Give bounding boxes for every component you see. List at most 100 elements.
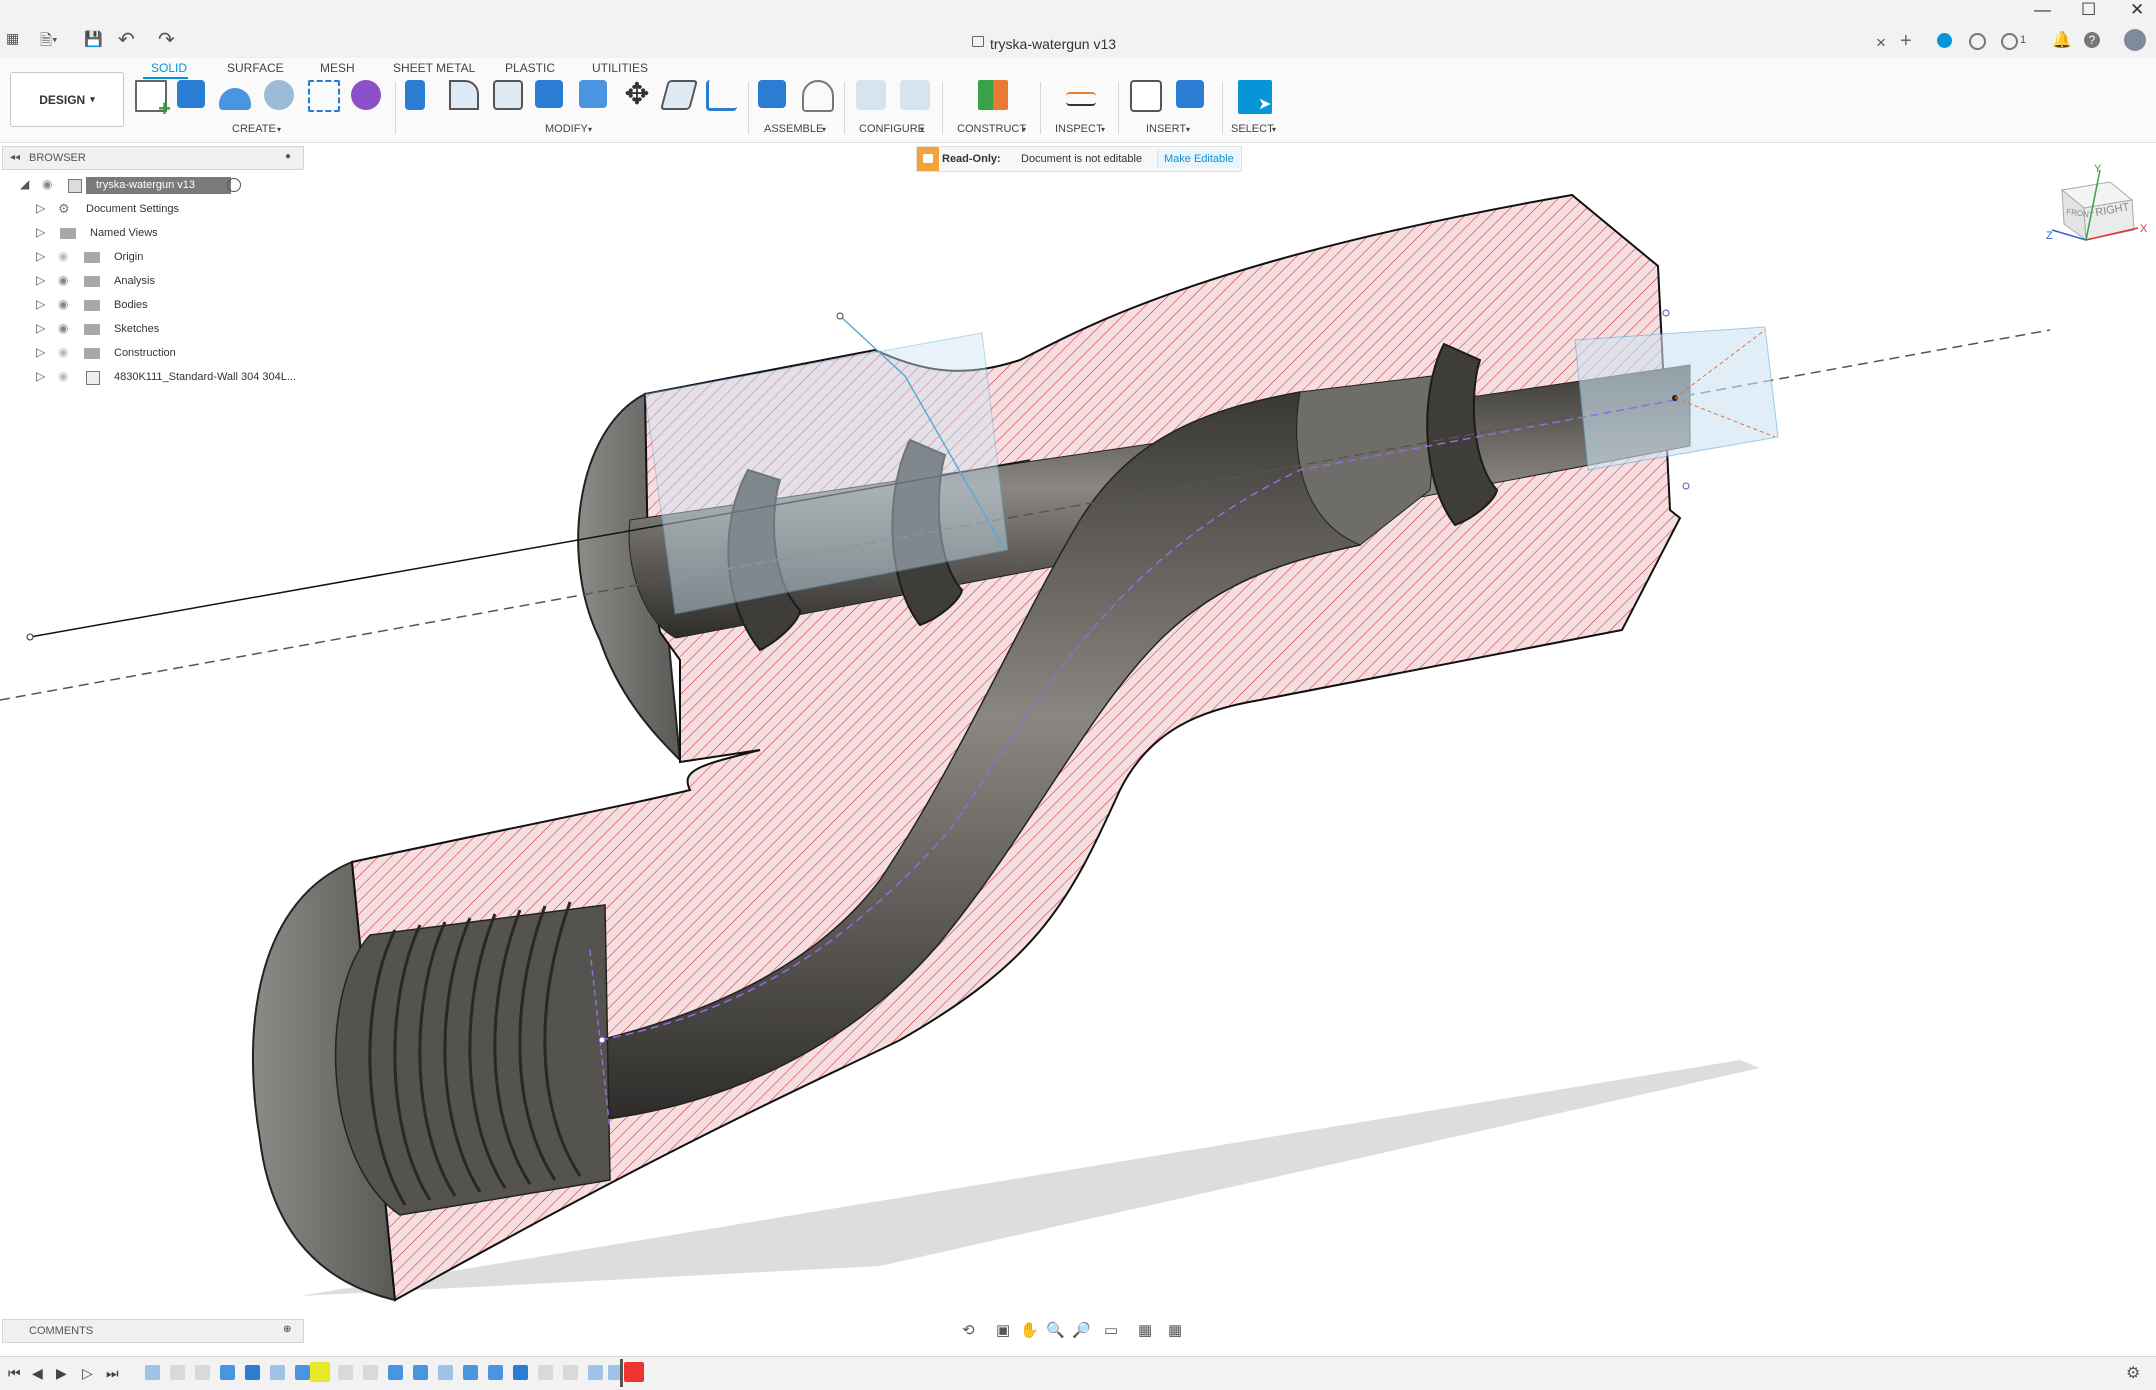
eye-icon[interactable]: ◉ (58, 321, 68, 335)
step-forward-button[interactable]: ▷ (82, 1365, 93, 1382)
fillet-icon[interactable] (449, 80, 479, 110)
create-menu[interactable]: CREATE (232, 123, 276, 135)
timeline-feature[interactable] (245, 1365, 260, 1380)
orbit-icon[interactable]: ⟲ (962, 1321, 975, 1339)
timeline-feature[interactable] (563, 1365, 578, 1380)
expand-arrow[interactable]: ▷ (36, 201, 50, 215)
browser-panel-header[interactable]: ◂◂ BROWSER ● (2, 146, 304, 170)
close-tab-button[interactable]: × (1876, 33, 1886, 53)
configure-table-icon[interactable] (900, 80, 930, 110)
zoom-window-icon[interactable]: 🔎 (1072, 1321, 1091, 1339)
offset-plane-icon[interactable] (978, 80, 1008, 110)
activate-radio[interactable] (227, 178, 241, 192)
timeline-feature[interactable] (145, 1365, 160, 1380)
expand-arrow[interactable]: ▷ (36, 249, 50, 263)
timeline-feature[interactable] (488, 1365, 503, 1380)
joint-icon[interactable] (802, 80, 834, 112)
timeline-feature[interactable] (220, 1365, 235, 1380)
maximize-button[interactable]: ☐ (2081, 0, 2096, 20)
eye-hidden-icon[interactable]: ◉ (58, 345, 68, 359)
undo-icon[interactable]: ↶ (118, 27, 135, 52)
pin-icon[interactable]: ● (285, 151, 291, 162)
viewports-icon[interactable]: ▦ (1168, 1321, 1182, 1339)
tab-surface[interactable]: SURFACE (227, 61, 284, 75)
expand-arrow[interactable]: ▷ (36, 297, 50, 311)
timeline-feature[interactable] (438, 1365, 453, 1380)
eye-icon[interactable]: ◉ (42, 177, 52, 191)
new-tab-button[interactable]: + (1900, 30, 1920, 52)
combine-icon[interactable] (579, 80, 607, 108)
cloud-status-icon[interactable] (1937, 33, 1952, 48)
hole-icon[interactable] (264, 80, 294, 110)
create-sketch-icon[interactable]: + (135, 80, 171, 120)
timeline-feature[interactable] (170, 1365, 185, 1380)
look-at-icon[interactable]: ▣ (996, 1321, 1010, 1339)
browser-item-bodies[interactable]: ▷ ◉ Bodies (0, 295, 300, 317)
select-menu[interactable]: SELECT (1231, 123, 1274, 135)
expand-arrow[interactable]: ▷ (36, 369, 50, 383)
expand-arrow[interactable]: ◢ (20, 177, 34, 191)
timeline-settings-icon[interactable]: ⚙ (2126, 1363, 2140, 1383)
tab-solid[interactable]: SOLID (151, 61, 187, 75)
eye-hidden-icon[interactable]: ◉ (58, 369, 68, 383)
canvas-viewport[interactable]: FRONT RIGHT X Z Y (0, 142, 2156, 1356)
add-comment-icon[interactable]: ⊕ (283, 1324, 291, 1335)
expand-arrow[interactable]: ▷ (36, 273, 50, 287)
collapse-icon[interactable]: ◂◂ (10, 152, 20, 163)
bell-icon[interactable]: 🔔 (2052, 30, 2072, 50)
expand-arrow[interactable]: ▷ (36, 225, 50, 239)
move-icon[interactable]: ✥ (620, 80, 654, 114)
play-button[interactable]: ▶ (56, 1365, 67, 1382)
assemble-menu[interactable]: ASSEMBLE (764, 123, 823, 135)
select-icon[interactable]: ➤ (1238, 80, 1272, 114)
redo-icon[interactable]: ↷ (158, 27, 175, 52)
press-pull-icon[interactable] (405, 80, 425, 110)
expand-arrow[interactable]: ▷ (36, 321, 50, 335)
eye-icon[interactable]: ◉ (58, 297, 68, 311)
eye-icon[interactable]: ◉ (58, 273, 68, 287)
zoom-icon[interactable]: 🔍 (1046, 1321, 1065, 1339)
make-editable-button[interactable]: Make Editable (1157, 150, 1240, 168)
browser-root-label[interactable]: tryska-watergun v13 (86, 177, 231, 194)
timeline-marker[interactable] (620, 1359, 623, 1387)
browser-item-sketches[interactable]: ▷ ◉ Sketches (0, 319, 300, 341)
create-form-icon[interactable] (351, 80, 381, 110)
modify-menu[interactable]: MODIFY (545, 123, 588, 135)
browser-item-named-views[interactable]: ▷ Named Views (0, 223, 300, 245)
grid-settings-icon[interactable]: ▦ (1138, 1321, 1152, 1339)
timeline-feature[interactable] (295, 1365, 310, 1380)
workspace-switcher[interactable]: DESIGN ▾ (10, 72, 124, 127)
minimize-button[interactable]: — (2034, 0, 2051, 20)
insert-canvas-icon[interactable] (1176, 80, 1204, 108)
pattern-icon[interactable] (308, 80, 340, 112)
eye-hidden-icon[interactable]: ◉ (58, 249, 68, 263)
go-to-end-button[interactable]: ⏭ (106, 1365, 119, 1382)
tab-utilities[interactable]: UTILITIES (592, 61, 648, 75)
browser-item-origin[interactable]: ▷ ◉ Origin (0, 247, 300, 269)
display-settings-icon[interactable]: ▭ (1104, 1321, 1118, 1339)
timeline-feature[interactable] (513, 1365, 528, 1380)
new-component-icon[interactable] (758, 80, 786, 108)
configure-icon[interactable] (856, 80, 886, 110)
viewcube[interactable]: FRONT RIGHT X Z Y (2046, 163, 2148, 242)
timeline-feature[interactable] (195, 1365, 210, 1380)
comments-panel-header[interactable]: COMMENTS ⊕ (2, 1319, 304, 1343)
timeline-feature[interactable] (538, 1365, 553, 1380)
tab-sheet-metal[interactable]: SHEET METAL (393, 61, 475, 75)
browser-item-construction[interactable]: ▷ ◉ Construction (0, 343, 300, 365)
avatar[interactable] (2124, 29, 2146, 51)
help-icon[interactable]: ? (2084, 32, 2100, 48)
browser-item-component[interactable]: ▷ ◉ 4830K111_Standard-Wall 304 304L... (0, 367, 300, 389)
apps-grid-icon[interactable]: ▦ (6, 30, 19, 47)
file-menu-icon[interactable]: 🗎▾ (40, 30, 58, 55)
timeline-feature[interactable] (338, 1365, 353, 1380)
align-icon[interactable] (706, 80, 737, 111)
step-back-button[interactable]: ◀ (32, 1365, 43, 1382)
tab-mesh[interactable]: MESH (320, 61, 355, 75)
timeline-feature[interactable] (363, 1365, 378, 1380)
go-to-start-button[interactable]: ⏮ (8, 1365, 21, 1382)
timeline-feature[interactable] (310, 1362, 330, 1382)
timeline-feature[interactable] (588, 1365, 603, 1380)
chamfer-icon[interactable] (493, 80, 523, 110)
timeline-feature[interactable] (270, 1365, 285, 1380)
